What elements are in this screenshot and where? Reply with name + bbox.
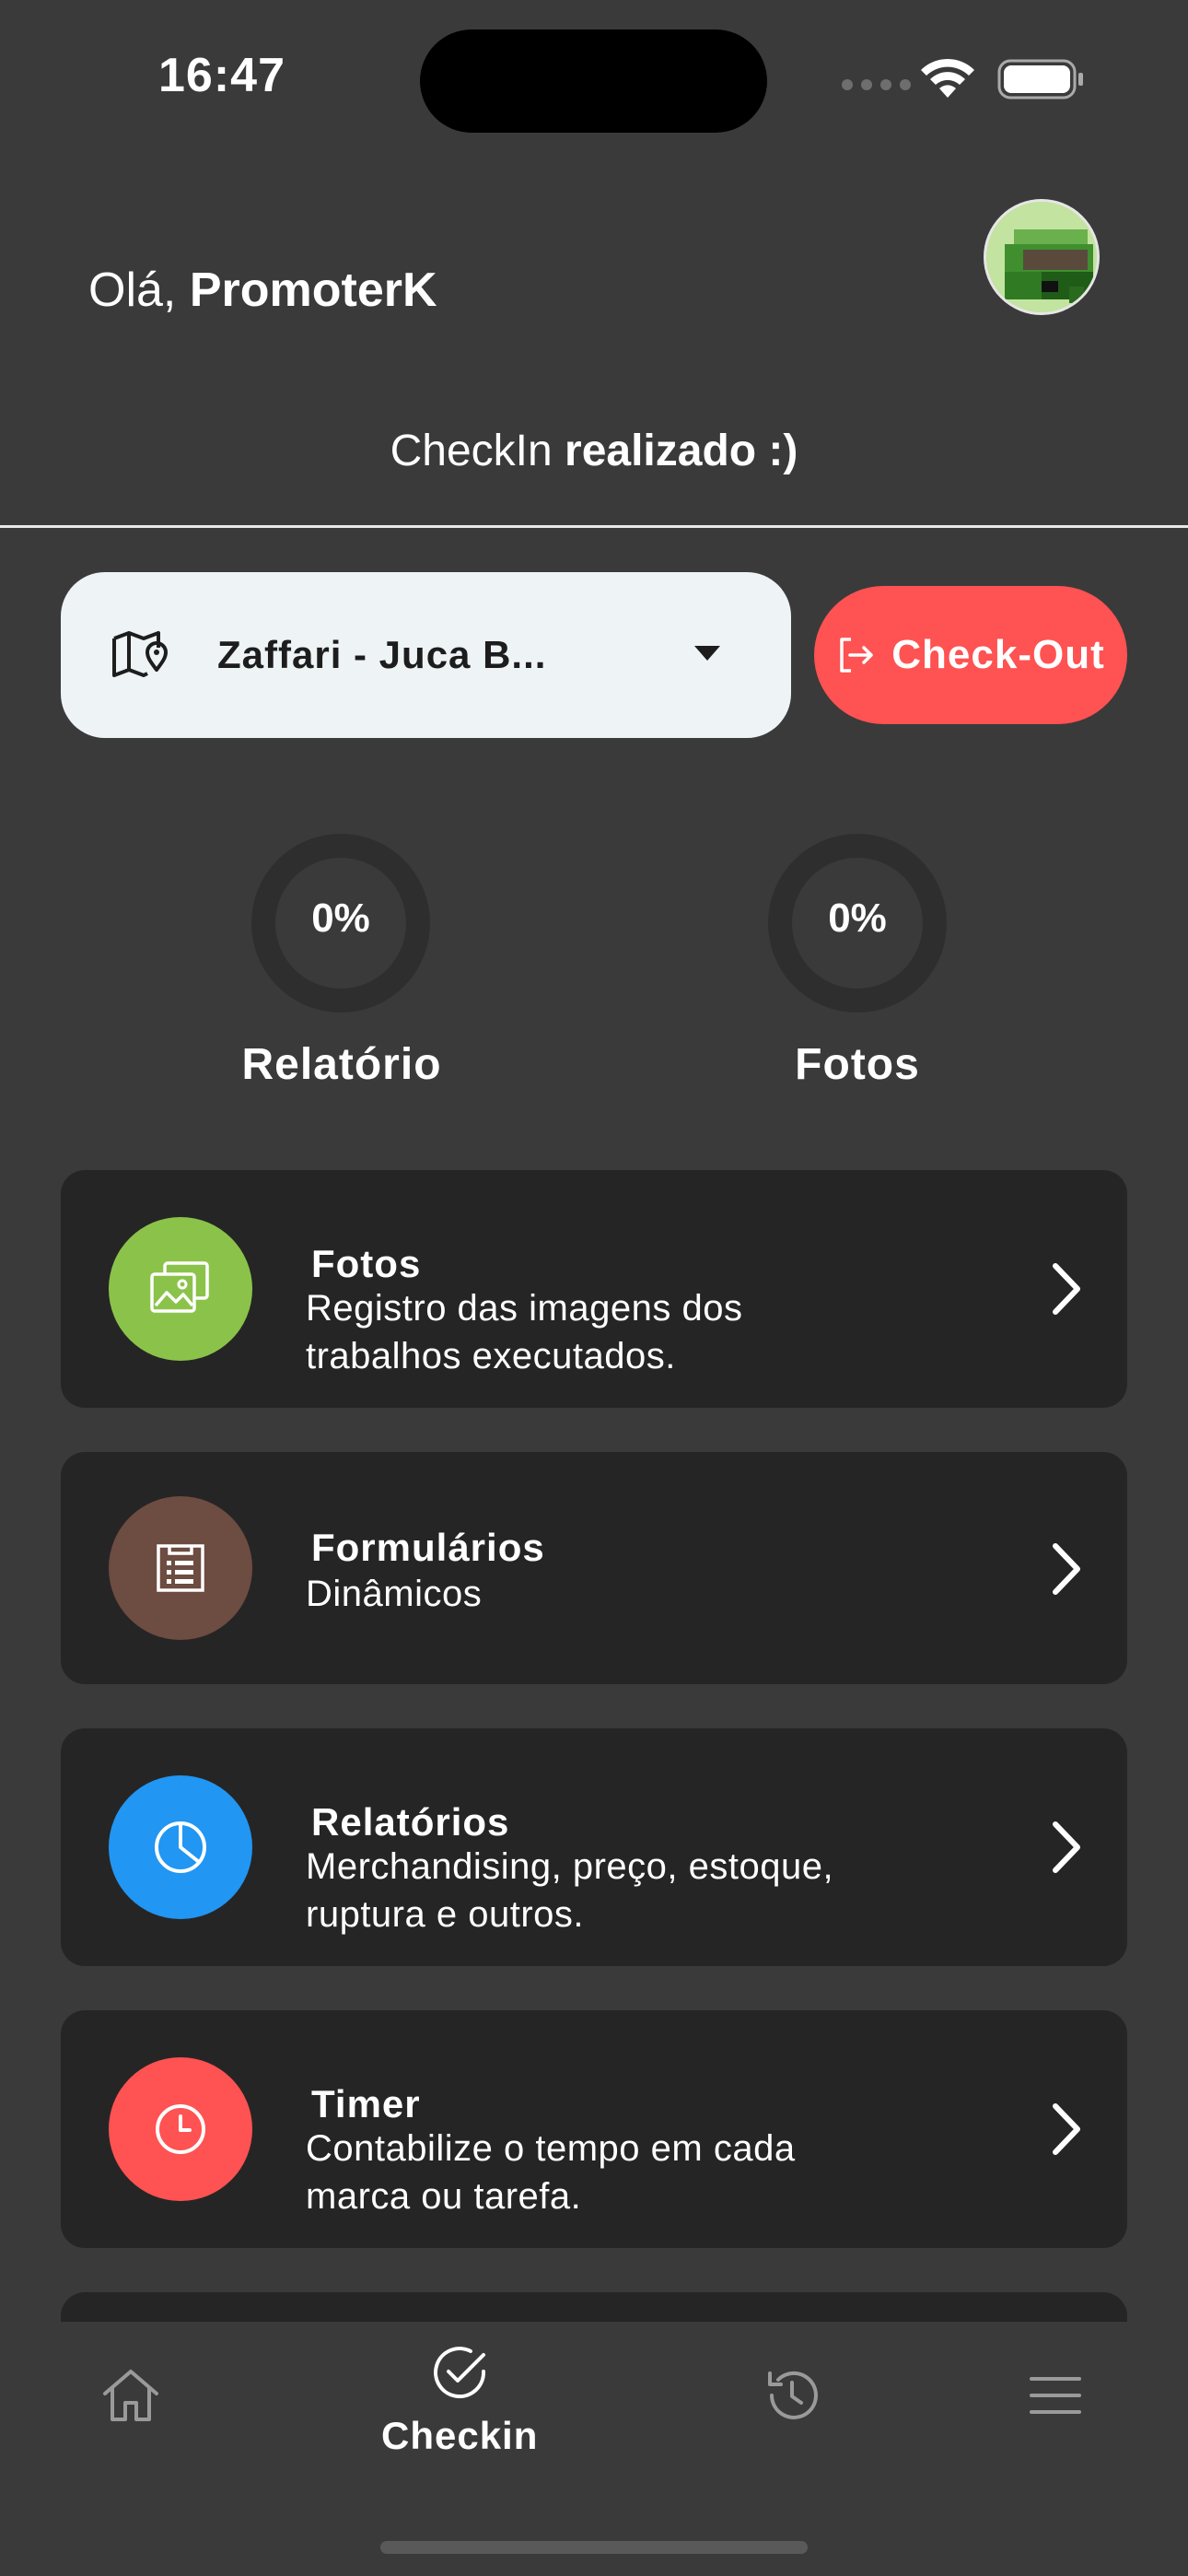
- store-name: Zaffari - Juca B...: [217, 633, 547, 676]
- checkout-button[interactable]: Check-Out: [814, 586, 1127, 724]
- dynamic-island: [420, 29, 767, 133]
- checkin-prefix: CheckIn: [390, 427, 565, 475]
- checkin-state: realizado :): [565, 427, 798, 475]
- status-time: 16:47: [158, 49, 285, 102]
- checkout-label: Check-Out: [891, 632, 1105, 677]
- card-description: Merchandising, preço, estoque, ruptura e…: [306, 1843, 950, 1938]
- chevron-right-icon: [1053, 1821, 1080, 1873]
- card-description: Registro das imagens dos trabalhos execu…: [306, 1284, 950, 1380]
- nav-home[interactable]: [99, 2366, 162, 2425]
- report-progress-label: Relatório: [241, 1040, 442, 1089]
- card-description: Dinâmicos: [306, 1570, 950, 1618]
- nav-checkin[interactable]: Checkin: [381, 2344, 538, 2458]
- clock-icon-circle: [109, 2057, 252, 2201]
- pie-chart-icon: [155, 1821, 206, 1873]
- card-description-line: ruptura e outros.: [306, 1894, 584, 1935]
- card-description: Contabilize o tempo em cada marca ou tar…: [306, 2125, 950, 2220]
- menu-card-timer[interactable]: Timer Contabilize o tempo em cada marca …: [61, 2010, 1127, 2248]
- menu-card-fotos[interactable]: Fotos Registro das imagens dos trabalhos…: [61, 1170, 1127, 1408]
- photos-progress-ring: 0%: [767, 833, 948, 1013]
- menu-card-relatorios[interactable]: Relatórios Merchandising, preço, estoque…: [61, 1728, 1127, 1966]
- card-description-line: trabalhos executados.: [306, 1336, 676, 1376]
- photos-icon: [150, 1261, 209, 1313]
- nav-menu[interactable]: [1028, 2373, 1083, 2418]
- card-description-line: Merchandising, preço, estoque,: [306, 1846, 834, 1887]
- form-icon-circle: [109, 1496, 252, 1640]
- report-progress-ring: 0%: [250, 833, 431, 1013]
- user-name: PromoterK: [189, 263, 437, 317]
- home-indicator: [380, 2541, 808, 2554]
- pie-chart-icon-circle: [109, 1775, 252, 1919]
- logout-icon: [840, 638, 873, 673]
- clock-icon: [156, 2104, 205, 2154]
- menu-card-formularios[interactable]: Formulários Dinâmicos: [61, 1452, 1127, 1684]
- chevron-right-icon: [1053, 1543, 1080, 1595]
- cellular-signal-icon: [842, 79, 911, 90]
- card-description-line: Dinâmicos: [306, 1574, 483, 1614]
- battery-icon: [997, 59, 1083, 100]
- store-dropdown[interactable]: Zaffari - Juca B...: [61, 572, 791, 738]
- nav-history[interactable]: [763, 2366, 821, 2425]
- check-circle-icon: [434, 2347, 486, 2399]
- card-description-line: marca ou tarefa.: [306, 2176, 582, 2217]
- card-description-line: Registro das imagens dos: [306, 1288, 743, 1329]
- avatar-image: [986, 202, 1097, 312]
- history-icon: [768, 2371, 818, 2419]
- nav-checkin-label: Checkin: [381, 2414, 539, 2457]
- bottom-nav: Checkin: [0, 2322, 1188, 2576]
- photos-icon-circle: [109, 1217, 252, 1361]
- chevron-right-icon: [1053, 1263, 1080, 1315]
- greeting: Olá, PromoterK: [88, 263, 437, 318]
- photos-progress-label: Fotos: [795, 1040, 920, 1089]
- card-title: Formulários: [311, 1526, 545, 1569]
- caret-down-icon: [694, 646, 720, 661]
- avatar[interactable]: [984, 199, 1100, 315]
- home-icon: [103, 2370, 158, 2421]
- chevron-right-icon: [1053, 2103, 1080, 2155]
- divider: [0, 525, 1188, 528]
- card-title: Relatórios: [311, 1800, 510, 1844]
- report-progress-value: 0%: [311, 896, 370, 941]
- card-title: Timer: [311, 2082, 421, 2125]
- form-icon: [157, 1544, 204, 1592]
- checkin-status: CheckIn realizado :): [0, 426, 1188, 476]
- card-title: Fotos: [311, 1242, 422, 1285]
- greeting-prefix: Olá,: [88, 263, 190, 317]
- hamburger-menu-icon: [1030, 2377, 1081, 2414]
- photos-progress-value: 0%: [828, 896, 887, 941]
- screen: 16:47 Olá, PromoterK CheckIn realizado :…: [0, 0, 1188, 2576]
- map-pin-icon: [112, 631, 168, 677]
- wifi-icon: [921, 58, 974, 98]
- card-description-line: Contabilize o tempo em cada: [306, 2128, 796, 2169]
